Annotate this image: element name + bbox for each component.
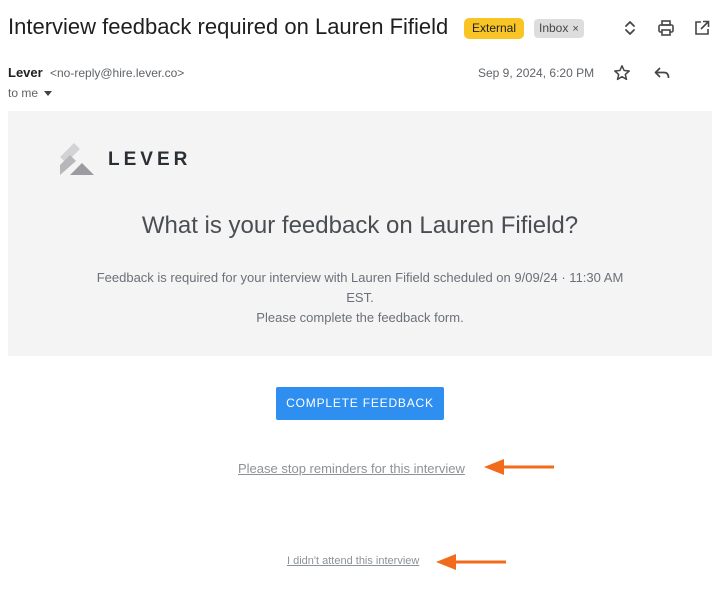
sender-name: Lever — [8, 65, 43, 80]
star-icon[interactable] — [613, 64, 631, 82]
annotation-arrow-icon — [484, 459, 554, 475]
reply-icon[interactable] — [653, 64, 671, 82]
lever-logo-text: LEVER — [108, 149, 192, 170]
chevron-down-icon — [44, 91, 53, 97]
open-in-new-window-icon[interactable] — [693, 19, 711, 37]
annotation-arrow-icon — [436, 554, 506, 570]
message-line-3: Please complete the feedback form. — [256, 310, 464, 325]
email-date: Sep 9, 2024, 6:20 PM — [478, 66, 595, 80]
sender-email: <no-reply@hire.lever.co> — [50, 66, 185, 80]
recipient-label: to me — [8, 86, 39, 100]
lever-logo-icon — [60, 143, 94, 175]
message-line-2: EST. — [346, 290, 374, 305]
feedback-message: Feedback is required for your interview … — [8, 268, 712, 328]
recipient-dropdown[interactable]: to me — [8, 86, 53, 100]
remove-label-icon[interactable]: × — [572, 23, 578, 35]
inbox-label-text: Inbox — [539, 21, 569, 35]
inbox-label-badge[interactable]: Inbox × — [534, 19, 584, 38]
feedback-question: What is your feedback on Lauren Fifield? — [141, 212, 579, 239]
stop-reminders-link[interactable]: Please stop reminders for this interview — [238, 461, 465, 476]
message-line-1: Feedback is required for your interview … — [96, 270, 624, 285]
external-label-badge[interactable]: External — [464, 18, 525, 39]
did-not-attend-link[interactable]: I didn't attend this interview — [287, 555, 419, 567]
email-content-panel: LEVER What is your feedback on Lauren Fi… — [8, 111, 712, 356]
expand-collapse-icon[interactable] — [621, 19, 639, 37]
print-icon[interactable] — [657, 19, 675, 37]
email-subject: Interview feedback required on Lauren Fi… — [8, 14, 449, 39]
complete-feedback-button[interactable]: COMPLETE FEEDBACK — [276, 387, 444, 420]
